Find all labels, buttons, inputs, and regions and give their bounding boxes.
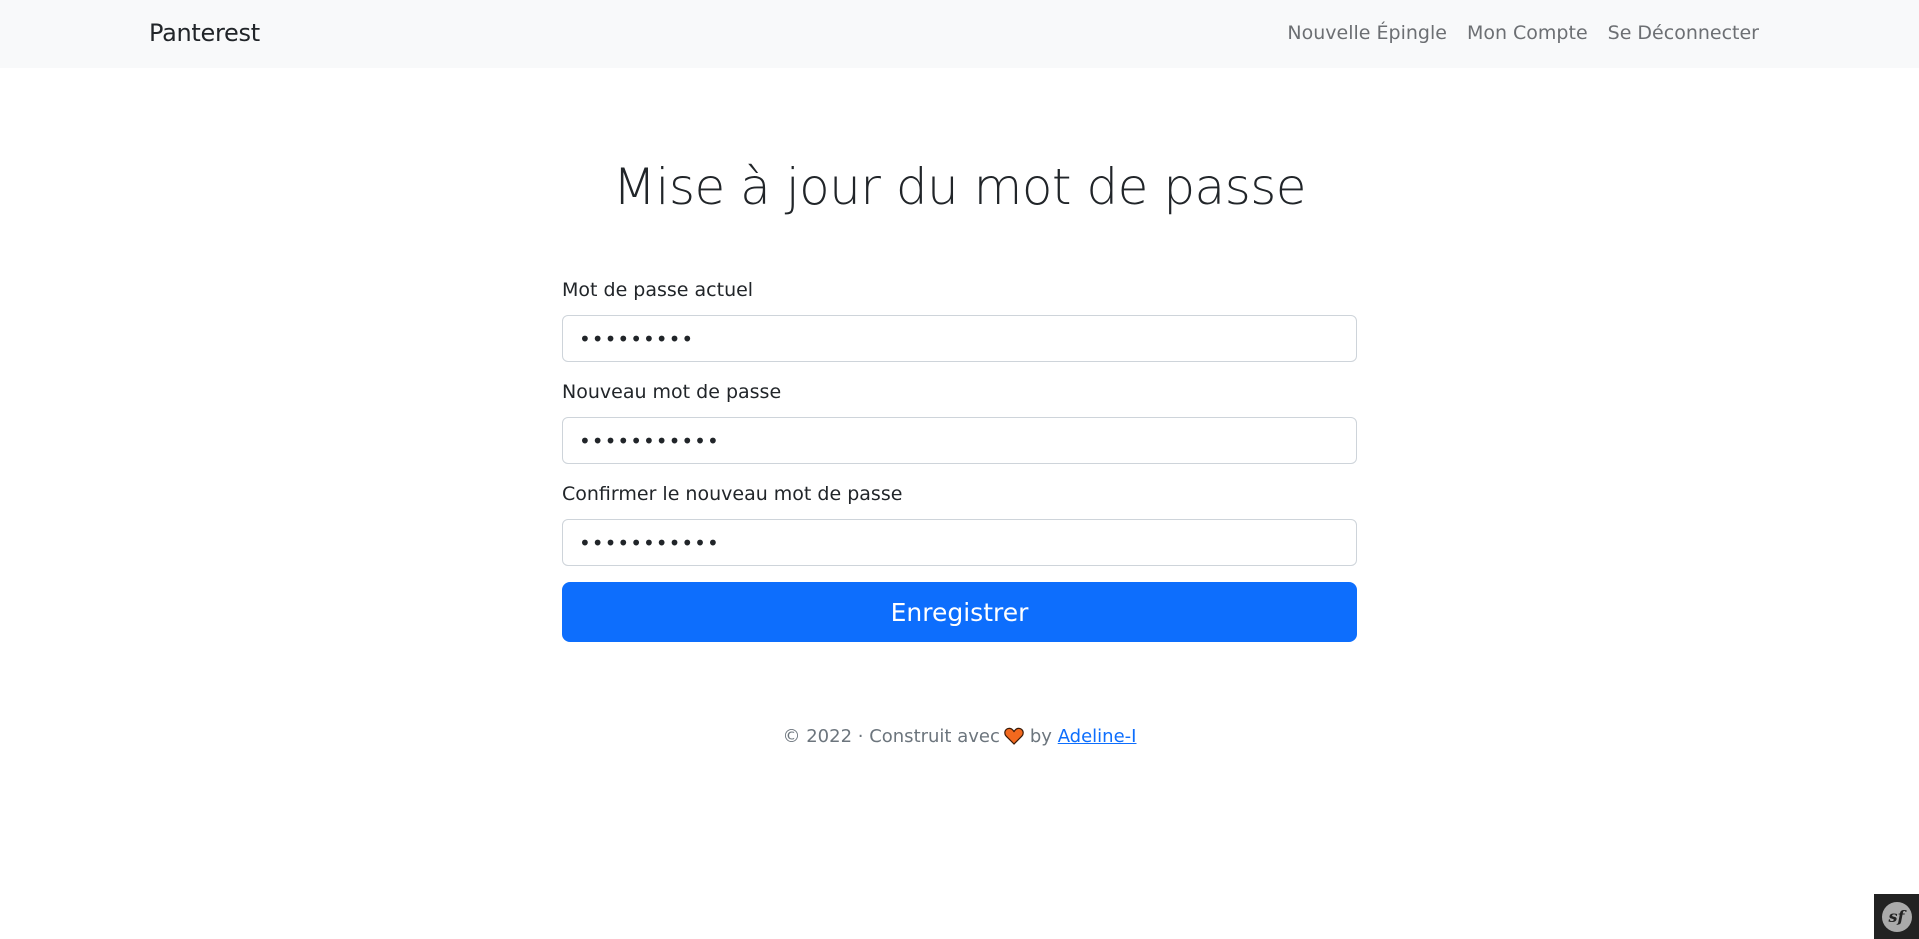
symfony-icon: sf: [1881, 901, 1912, 932]
page-title: Mise à jour du mot de passe: [612, 158, 1307, 216]
new-password-field[interactable]: •••••••••••: [562, 417, 1357, 464]
confirm-password-field[interactable]: •••••••••••: [562, 519, 1357, 566]
confirm-password-group: Confirmer le nouveau mot de passe ••••••…: [562, 480, 1357, 566]
current-password-label: Mot de passe actuel: [562, 279, 754, 301]
navbar: Panterest Nouvelle Épingle Mon Compte Se…: [0, 0, 1919, 68]
footer-copyright: © 2022 · Construit avec: [782, 726, 1000, 747]
brand-logo[interactable]: Panterest: [149, 17, 260, 49]
heart-icon: [1004, 727, 1024, 745]
save-button[interactable]: Enregistrer: [562, 582, 1357, 642]
new-password-label: Nouveau mot de passe: [562, 381, 782, 403]
current-password-group: Mot de passe actuel •••••••••: [562, 276, 1357, 362]
confirm-password-label: Confirmer le nouveau mot de passe: [562, 483, 903, 505]
symfony-debug-toolbar[interactable]: sf: [1874, 894, 1919, 939]
new-password-group: Nouveau mot de passe •••••••••••: [562, 378, 1357, 464]
nav-link-logout[interactable]: Se Déconnecter: [1598, 18, 1759, 48]
nav-link-my-account[interactable]: Mon Compte: [1457, 18, 1598, 48]
footer-by: by: [1029, 726, 1052, 747]
current-password-field[interactable]: •••••••••: [562, 315, 1357, 362]
author-link[interactable]: Adeline-I: [1058, 726, 1137, 747]
nav-links: Nouvelle Épingle Mon Compte Se Déconnect…: [1277, 18, 1759, 48]
footer: © 2022 · Construit avec by Adeline-I: [0, 724, 1919, 750]
password-update-form: Mot de passe actuel ••••••••• Nouveau mo…: [562, 276, 1357, 642]
nav-link-new-pin[interactable]: Nouvelle Épingle: [1277, 18, 1457, 48]
